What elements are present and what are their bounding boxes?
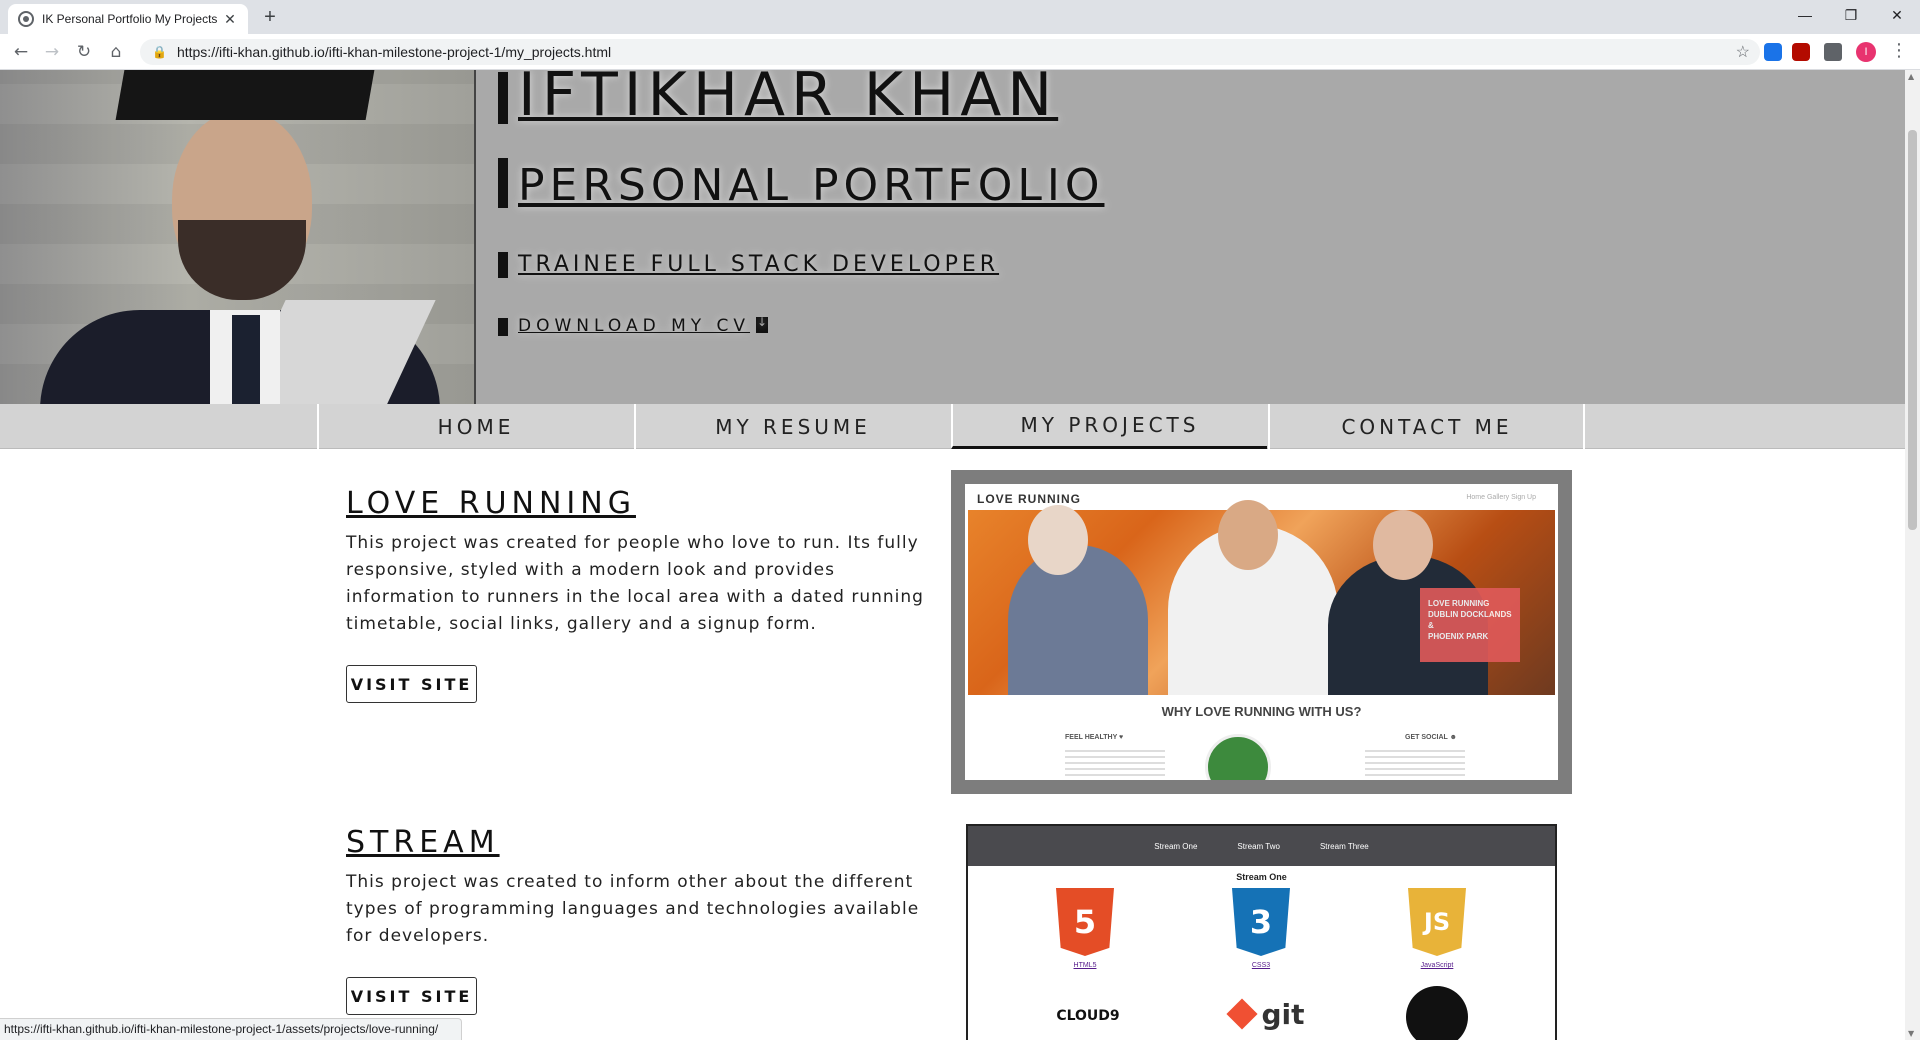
tab-close-icon[interactable]: ✕ xyxy=(222,11,238,28)
scrollbar-thumb[interactable] xyxy=(1908,130,1917,530)
back-icon[interactable]: ← xyxy=(9,40,33,64)
tab-title: IK Personal Portfolio My Projects xyxy=(42,12,218,26)
main-nav: HOME MY RESUME MY PROJECTS CONTACT ME xyxy=(0,404,1905,449)
globe-icon xyxy=(18,11,34,27)
extensions-puzzle-icon[interactable] xyxy=(1824,43,1842,61)
cloud9-icon: CLOUD9 xyxy=(1056,1008,1120,1024)
heading-bar xyxy=(498,318,508,336)
screenshot-brand: LOVE RUNNING xyxy=(977,492,1082,506)
badge-line: PHOENIX PARK xyxy=(1428,632,1489,641)
project-description-love-running: This project was created for people who … xyxy=(346,533,924,634)
address-bar[interactable]: 🔒 https://ifti-khan.github.io/ifti-khan-… xyxy=(140,39,1760,65)
screenshot-text-lines xyxy=(1065,746,1165,776)
heading-bar xyxy=(498,158,508,208)
screenshot-nav-item: Stream Three xyxy=(1319,841,1369,851)
lock-icon: 🔒 xyxy=(152,45,167,59)
screenshot-nav: Home Gallery Sign Up xyxy=(1466,494,1536,501)
browser-tab[interactable]: IK Personal Portfolio My Projects ✕ xyxy=(8,4,248,34)
restore-button[interactable]: ❐ xyxy=(1828,0,1874,30)
screenshot-title: Stream One xyxy=(1236,872,1287,882)
css3-icon: 3 xyxy=(1232,888,1290,956)
new-tab-button[interactable]: + xyxy=(258,6,282,30)
nav-my-resume[interactable]: MY RESUME xyxy=(634,404,950,449)
forward-icon[interactable]: → xyxy=(40,40,64,64)
badge-line: LOVE RUNNING xyxy=(1428,599,1490,608)
visit-site-button-love-running[interactable]: VISIT SITE xyxy=(346,665,477,703)
name-heading: IFTIKHAR KHAN xyxy=(518,70,1059,130)
heading-bar xyxy=(498,72,508,124)
browser-menu-icon[interactable]: ⋮ xyxy=(1890,40,1908,61)
stream-screenshot[interactable]: Stream One Stream Two Stream Three Strea… xyxy=(966,824,1557,1040)
reload-icon[interactable]: ↻ xyxy=(72,40,96,64)
html5-icon: 5 xyxy=(1056,888,1114,956)
screenshot-circle-image xyxy=(1205,734,1271,780)
screenshot-col-title: GET SOCIAL ☻ xyxy=(1405,734,1457,741)
subtitle-heading: PERSONAL PORTFOLIO xyxy=(518,160,1105,211)
screenshot-text-lines xyxy=(1365,746,1465,776)
project-title-love-running: LOVE RUNNING xyxy=(346,486,636,521)
download-cv-link[interactable]: DOWNLOAD MY CV xyxy=(518,315,772,336)
role-heading: TRAINEE FULL STACK DEVELOPER xyxy=(518,252,1000,277)
git-icon: git xyxy=(1218,994,1318,1034)
screenshot-col-title: FEEL HEALTHY ♥ xyxy=(1065,734,1124,741)
status-bar-url: https://ifti-khan.github.io/ifti-khan-mi… xyxy=(0,1018,462,1040)
logo-caption: CSS3 xyxy=(1251,962,1271,969)
url-text: https://ifti-khan.github.io/ifti-khan-mi… xyxy=(176,44,612,60)
bookmark-star-icon[interactable]: ☆ xyxy=(1736,42,1750,62)
file-download-icon xyxy=(756,315,772,333)
project-title-stream: STREAM xyxy=(346,825,500,860)
screenshot-nav: Stream One Stream Two Stream Three xyxy=(968,826,1555,866)
screenshot-heading: WHY LOVE RUNNING WITH US? xyxy=(1161,704,1362,719)
scroll-down-icon[interactable]: ▼ xyxy=(1908,1029,1914,1038)
page-viewport: IFTIKHAR KHAN PERSONAL PORTFOLIO TRAINEE… xyxy=(0,70,1905,1040)
javascript-icon: JS xyxy=(1408,888,1466,956)
visit-site-button-stream[interactable]: VISIT SITE xyxy=(346,977,477,1015)
window-close-button[interactable]: ✕ xyxy=(1874,0,1920,30)
hero-header: IFTIKHAR KHAN PERSONAL PORTFOLIO TRAINEE… xyxy=(0,70,1905,404)
project-description-stream: This project was created to inform other… xyxy=(346,872,920,946)
git-label: git xyxy=(1261,997,1305,1031)
browser-tab-strip: IK Personal Portfolio My Projects ✕ + — … xyxy=(0,0,1920,34)
screenshot-nav-item: Stream Two xyxy=(1237,841,1280,851)
logo-caption: HTML5 xyxy=(1073,962,1097,969)
nav-divider xyxy=(1583,404,1585,449)
github-icon xyxy=(1406,986,1468,1040)
love-running-screenshot[interactable]: LOVE RUNNING Home Gallery Sign Up LOVE R… xyxy=(951,470,1572,794)
nav-my-projects[interactable]: MY PROJECTS xyxy=(951,404,1267,449)
extension-hex-icon[interactable] xyxy=(1764,43,1782,61)
profile-avatar[interactable]: I xyxy=(1856,42,1876,62)
badge-line: DUBLIN DOCKLANDS & xyxy=(1428,610,1512,630)
heading-bar xyxy=(498,252,508,278)
profile-photo xyxy=(0,70,476,404)
screenshot-badge: LOVE RUNNING DUBLIN DOCKLANDS & PHOENIX … xyxy=(1420,588,1520,662)
logo-caption: JavaScript xyxy=(1420,962,1454,969)
minimize-button[interactable]: — xyxy=(1782,0,1828,30)
screenshot-nav-item: Stream One xyxy=(1154,841,1198,851)
scroll-up-icon[interactable]: ▲ xyxy=(1908,72,1914,81)
extension-pdf-icon[interactable] xyxy=(1792,43,1810,61)
download-cv-label: DOWNLOAD MY CV xyxy=(518,316,751,336)
home-icon[interactable]: ⌂ xyxy=(104,40,128,64)
nav-contact-me[interactable]: CONTACT ME xyxy=(1268,404,1584,449)
browser-toolbar: ← → ↻ ⌂ 🔒 https://ifti-khan.github.io/if… xyxy=(0,34,1920,70)
page-scrollbar[interactable]: ▲ ▼ xyxy=(1905,70,1920,1040)
nav-home[interactable]: HOME xyxy=(317,404,633,449)
